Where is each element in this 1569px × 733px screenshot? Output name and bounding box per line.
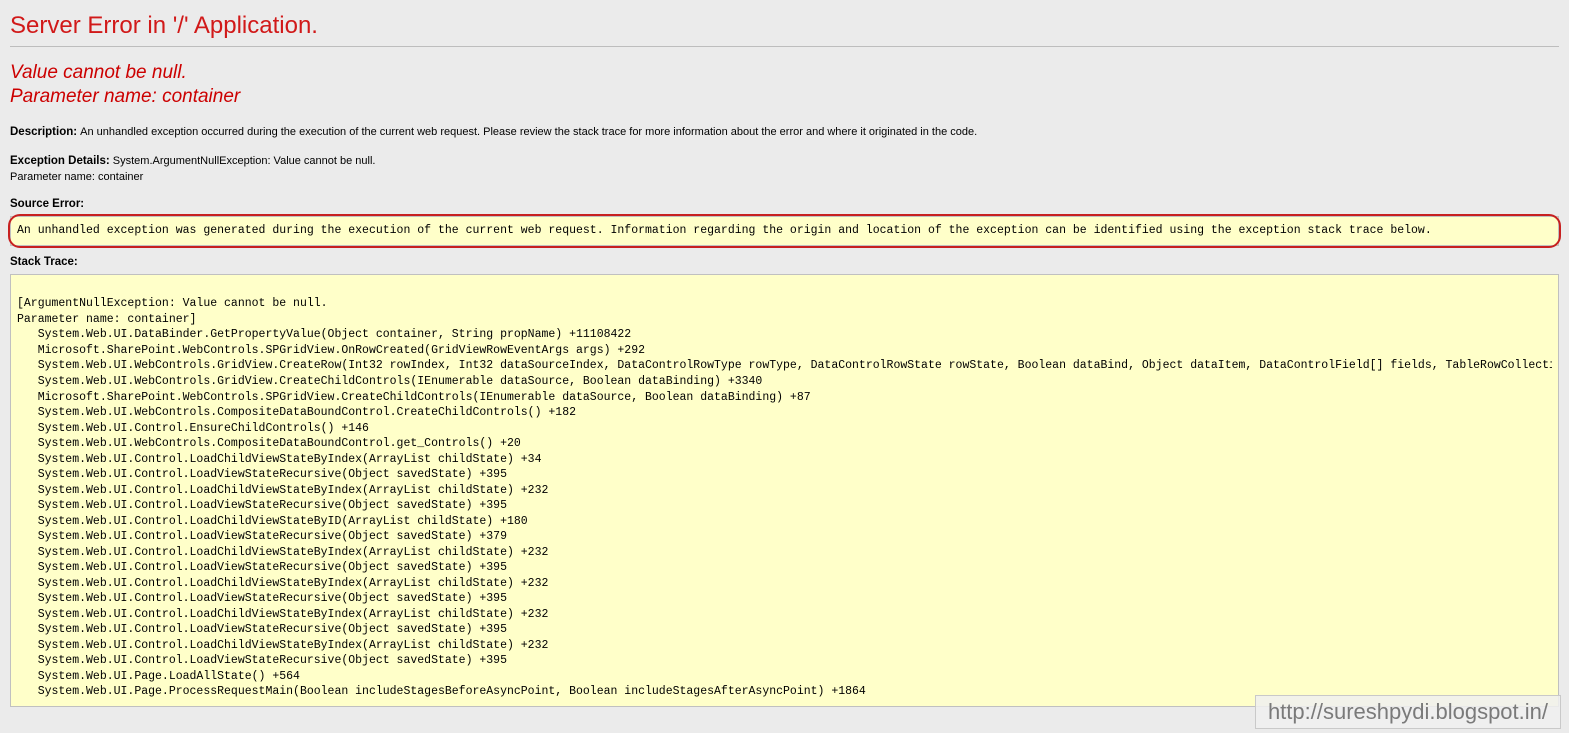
source-error-wrap: An unhandled exception was generated dur…	[10, 216, 1559, 246]
stack-trace-label: Stack Trace:	[10, 256, 1559, 268]
error-subtitle: Value cannot be null. Parameter name: co…	[10, 61, 1559, 109]
exception-details-label: Exception Details:	[10, 155, 110, 167]
source-error-label: Source Error:	[10, 198, 1559, 210]
description-text: An unhandled exception occurred during t…	[80, 126, 977, 138]
source-error-text: An unhandled exception was generated dur…	[17, 224, 1432, 237]
source-error-box: An unhandled exception was generated dur…	[10, 216, 1559, 246]
error-page-title: Server Error in '/' Application.	[10, 12, 1559, 40]
title-separator	[10, 46, 1559, 47]
stack-trace-box: [ArgumentNullException: Value cannot be …	[10, 274, 1559, 707]
stack-trace-text: [ArgumentNullException: Value cannot be …	[17, 281, 1552, 700]
description-block: Description: An unhandled exception occu…	[10, 125, 1559, 141]
description-label: Description:	[10, 126, 77, 138]
exception-details-block: Exception Details: System.ArgumentNullEx…	[10, 154, 1559, 184]
